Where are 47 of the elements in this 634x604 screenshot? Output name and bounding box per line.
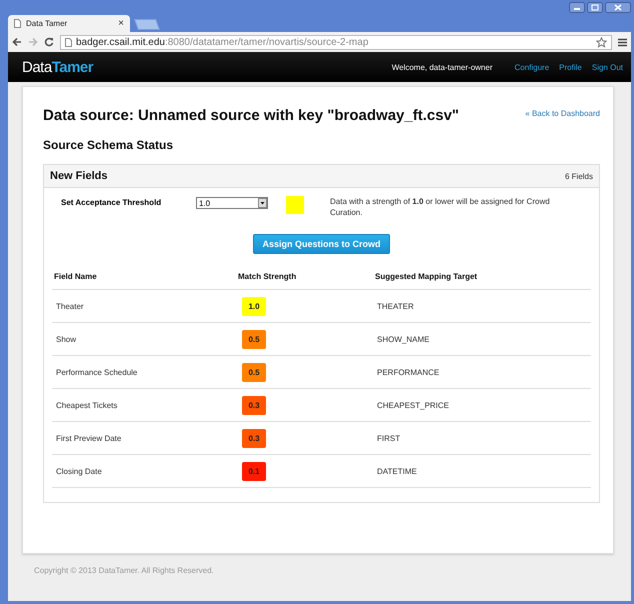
field-count: 6 Fields bbox=[564, 172, 593, 180]
page-title: Data source: Unnamed source with key "broadway_ft.csv" bbox=[43, 107, 460, 124]
threshold-dropdown[interactable]: 1.0 bbox=[196, 197, 268, 209]
panel-title: New Fields bbox=[50, 170, 108, 182]
strength-badge: 0.1 bbox=[242, 462, 266, 481]
column-header: Field Name bbox=[52, 266, 236, 290]
section-title: Source Schema Status bbox=[43, 138, 174, 152]
maximize-button[interactable] bbox=[587, 2, 603, 13]
close-button[interactable] bbox=[605, 2, 631, 13]
browser-tab[interactable]: Data Tamer × bbox=[8, 15, 130, 32]
nav-link[interactable]: Configure bbox=[514, 62, 550, 72]
nav-link[interactable]: Sign Out bbox=[592, 62, 623, 72]
strength-badge: 0.3 bbox=[242, 396, 266, 415]
page-icon bbox=[65, 38, 72, 46]
column-header: Suggested Mapping Target bbox=[373, 266, 591, 290]
threshold-note: Data with a strength of 1.0 or lower will be assigned for Crowd Curation. bbox=[330, 196, 551, 218]
close-tab-button[interactable]: × bbox=[118, 18, 124, 29]
strength-badge: 0.3 bbox=[242, 428, 266, 448]
footer-text: Copyright © 2013 DataTamer. All Rights Reserved. bbox=[33, 565, 215, 575]
column-header: Match Strength bbox=[236, 266, 373, 290]
field-name-cell: First Preview Date bbox=[52, 422, 236, 455]
address-field[interactable]: badger.csail.mit.edu:8080/datatamer/tamer/novartis/source-2-map bbox=[60, 34, 612, 50]
mapping-target-cell: CHEAPEST_PRICE bbox=[373, 388, 591, 422]
mapping-target-cell: SHOW_NAME bbox=[373, 322, 591, 356]
back-icon[interactable] bbox=[12, 37, 22, 47]
field-name-cell: Show bbox=[52, 322, 236, 356]
field-name-cell: Closing Date bbox=[52, 454, 236, 488]
strength-badge: 0.5 bbox=[242, 362, 266, 382]
field-name-cell: Theater bbox=[52, 290, 236, 323]
field-name-cell: Performance Schedule bbox=[52, 356, 236, 389]
mapping-target-cell: PERFORMANCE bbox=[373, 356, 591, 389]
back-link[interactable]: « Back to Dashboard bbox=[525, 109, 600, 118]
bookmark-star-icon[interactable] bbox=[596, 36, 607, 48]
logo[interactable]: DataTamer bbox=[22, 58, 94, 76]
menu-icon[interactable] bbox=[618, 38, 627, 46]
nav-link[interactable]: Profile bbox=[559, 62, 582, 72]
mapping-target-cell: THEATER bbox=[373, 290, 591, 323]
welcome-text: Welcome, data-tamer-owner bbox=[392, 62, 492, 72]
mapping-target-cell: FIRST bbox=[373, 422, 591, 455]
threshold-label: Set Acceptance Threshold bbox=[60, 197, 162, 207]
mapping-target-cell: DATETIME bbox=[373, 454, 591, 488]
reload-icon[interactable] bbox=[44, 37, 54, 47]
strength-badge: 0.5 bbox=[242, 330, 266, 349]
strength-badge: 1.0 bbox=[242, 296, 266, 316]
field-name-cell: Cheapest Tickets bbox=[52, 388, 236, 422]
minimize-button[interactable] bbox=[569, 2, 585, 13]
page-icon bbox=[14, 19, 21, 28]
